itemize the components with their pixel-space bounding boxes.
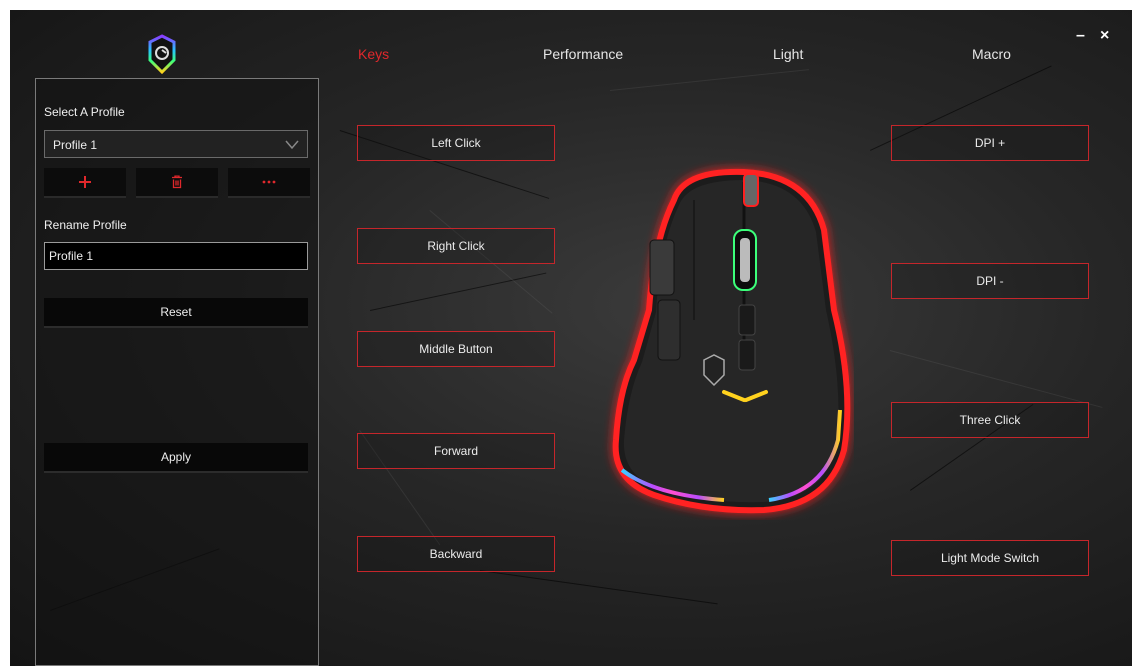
tab-performance[interactable]: Performance (543, 46, 623, 62)
key-dpi-plus-button[interactable]: DPI + (891, 125, 1089, 161)
tab-macro[interactable]: Macro (972, 46, 1011, 62)
rename-profile-input[interactable]: Profile 1 (44, 242, 308, 270)
trash-icon (172, 175, 182, 189)
key-backward-button[interactable]: Backward (357, 536, 555, 572)
tab-light[interactable]: Light (773, 46, 803, 62)
mouse-image (612, 168, 851, 514)
key-left-click-button[interactable]: Left Click (357, 125, 555, 161)
key-forward-button[interactable]: Forward (357, 433, 555, 469)
select-profile-label: Select A Profile (44, 105, 125, 119)
chevron-down-icon (285, 140, 299, 150)
reset-button[interactable]: Reset (44, 298, 308, 328)
profile-panel: Select A Profile Profile 1 Rename Profil… (35, 78, 319, 666)
add-profile-button[interactable] (44, 168, 126, 198)
key-light-mode-switch-button[interactable]: Light Mode Switch (891, 540, 1089, 576)
top-strip (0, 0, 1132, 10)
key-middle-button-button[interactable]: Middle Button (357, 331, 555, 367)
close-button[interactable]: × (1100, 27, 1109, 45)
app-window: Keys Performance Light Macro – × Select … (10, 10, 1132, 666)
key-three-click-button[interactable]: Three Click (891, 402, 1089, 438)
more-options-button[interactable] (228, 168, 310, 198)
rename-profile-label: Rename Profile (44, 218, 127, 232)
key-right-click-button[interactable]: Right Click (357, 228, 555, 264)
key-dpi-minus-button[interactable]: DPI - (891, 263, 1089, 299)
apply-button[interactable]: Apply (44, 443, 308, 473)
profile-select-value: Profile 1 (53, 138, 98, 152)
tab-keys[interactable]: Keys (358, 46, 389, 62)
profile-select[interactable]: Profile 1 (44, 130, 308, 158)
more-icon (262, 180, 276, 184)
minimize-button[interactable]: – (1076, 27, 1085, 45)
plus-icon (79, 176, 91, 188)
main-tabs: Keys Performance Light Macro (10, 46, 1132, 66)
delete-profile-button[interactable] (136, 168, 218, 198)
